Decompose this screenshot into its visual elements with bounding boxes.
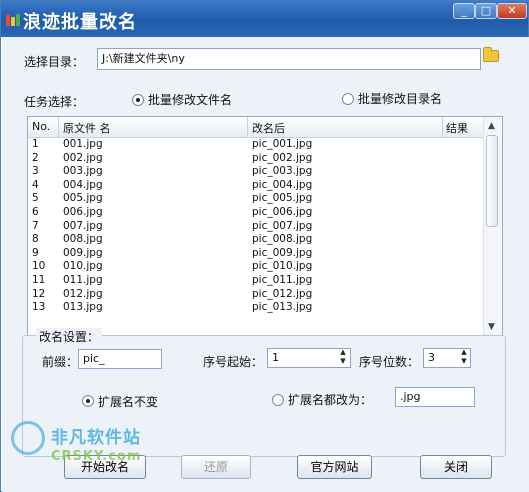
- window-title: 浪迹批量改名: [23, 12, 137, 33]
- cell-original-name: 012.jpg: [63, 287, 103, 300]
- cell-new-name: pic_013.jpg: [252, 301, 313, 314]
- ext-change-radio[interactable]: [272, 394, 284, 406]
- table-row[interactable]: 13 013.jpg pic_013.jpg: [28, 301, 484, 315]
- cell-new-name: pic_006.jpg: [252, 205, 313, 218]
- digits-label: 序号位数：: [359, 355, 420, 369]
- file-table[interactable]: No. 原文件 名 改名后 结果 1 001.jpg pic_001.jpg 2 002…: [27, 116, 503, 336]
- website-button[interactable]: 官方网站: [297, 455, 372, 479]
- cell-no: 4: [32, 178, 39, 191]
- ext-keep-label: 扩展名不变: [98, 395, 159, 409]
- table-row[interactable]: 2 002.jpg pic_002.jpg: [28, 152, 484, 166]
- cell-no: 11: [32, 273, 46, 286]
- cell-no: 5: [32, 192, 39, 205]
- col-renamed: 改名后: [252, 122, 285, 135]
- rename-files-label: 批量修改文件名: [148, 93, 233, 107]
- cell-no: 1: [32, 138, 39, 150]
- cell-no: 13: [32, 301, 46, 314]
- cell-new-name: pic_011.jpg: [252, 273, 313, 286]
- close-button[interactable]: 关闭: [420, 455, 492, 479]
- ext-change-label: 扩展名都改为：: [288, 393, 373, 407]
- digits-stepper[interactable]: ▲ ▼: [457, 348, 471, 368]
- cell-original-name: 010.jpg: [63, 260, 103, 273]
- watermark-emblem-icon: [11, 421, 45, 455]
- rename-dirs-label: 批量修改目录名: [358, 92, 443, 106]
- prefix-input[interactable]: pic_: [78, 349, 162, 369]
- table-row[interactable]: 9 009.jpg pic_009.jpg: [28, 247, 484, 261]
- cell-original-name: 006.jpg: [63, 205, 103, 218]
- col-original: 原文件 名: [63, 122, 111, 135]
- table-row[interactable]: 10 010.jpg pic_010.jpg: [28, 260, 484, 274]
- cell-original-name: 001.jpg: [63, 138, 103, 150]
- start-number-stepper[interactable]: ▲ ▼: [336, 348, 350, 368]
- directory-input[interactable]: J:\新建文件夹\ny: [97, 48, 481, 70]
- table-row[interactable]: 3 003.jpg pic_003.jpg: [28, 165, 484, 179]
- table-row[interactable]: 5 005.jpg pic_005.jpg: [28, 192, 484, 206]
- app-icon: [6, 14, 20, 26]
- maximize-button[interactable]: □: [475, 3, 497, 19]
- directory-label: 选择目录：: [24, 55, 85, 69]
- watermark-logo: 非凡软件站 CRSKY.com: [9, 411, 164, 491]
- cell-new-name: pic_004.jpg: [252, 178, 313, 191]
- ext-input[interactable]: .jpg: [395, 387, 475, 407]
- table-row[interactable]: 4 004.jpg pic_004.jpg: [28, 179, 484, 193]
- cell-original-name: 008.jpg: [63, 233, 103, 246]
- watermark-line1: 非凡软件站: [51, 428, 141, 448]
- scroll-down-icon[interactable]: ▼: [488, 322, 495, 332]
- start-number-label: 序号起始：: [203, 355, 264, 369]
- col-no: No.: [32, 120, 51, 133]
- cell-no: 9: [32, 246, 39, 259]
- table-header: No. 原文件 名 改名后 结果: [28, 117, 484, 138]
- rename-files-radio[interactable]: [132, 94, 144, 106]
- cell-original-name: 011.jpg: [63, 273, 103, 286]
- scroll-up-icon[interactable]: ▲: [488, 121, 495, 131]
- cell-no: 3: [32, 165, 39, 178]
- task-label: 任务选择：: [24, 95, 85, 109]
- cell-original-name: 004.jpg: [63, 178, 103, 191]
- table-scrollbar[interactable]: ▲ ▼: [483, 117, 502, 335]
- close-window-button[interactable]: ✕: [497, 3, 527, 19]
- table-body: 1 001.jpg pic_001.jpg 2 002.jpg pic_002.jpg 3 0…: [28, 138, 484, 335]
- minimize-button[interactable]: _: [453, 3, 475, 19]
- rename-dirs-radio[interactable]: [342, 93, 354, 105]
- cell-new-name: pic_007.jpg: [252, 219, 313, 232]
- cell-no: 12: [32, 287, 46, 300]
- cell-original-name: 007.jpg: [63, 219, 103, 232]
- table-row[interactable]: 8 008.jpg pic_008.jpg: [28, 233, 484, 247]
- cell-no: 8: [32, 233, 39, 246]
- cell-new-name: pic_010.jpg: [252, 260, 313, 273]
- restore-button[interactable]: 还原: [181, 455, 251, 479]
- cell-original-name: 002.jpg: [63, 151, 103, 164]
- cell-new-name: pic_001.jpg: [252, 138, 313, 150]
- cell-no: 7: [32, 219, 39, 232]
- ext-keep-radio[interactable]: [82, 395, 94, 407]
- cell-new-name: pic_008.jpg: [252, 233, 313, 246]
- cell-original-name: 009.jpg: [63, 246, 103, 259]
- cell-new-name: pic_012.jpg: [252, 287, 313, 300]
- table-row[interactable]: 1 001.jpg pic_001.jpg: [28, 138, 484, 152]
- app-window: 浪迹批量改名 _ □ ✕ 选择目录： J:\新建文件夹\ny 任务选择： 批量修…: [0, 0, 529, 492]
- table-row[interactable]: 12 012.jpg pic_012.jpg: [28, 288, 484, 302]
- table-row[interactable]: 7 007.jpg pic_007.jpg: [28, 220, 484, 234]
- cell-original-name: 005.jpg: [63, 192, 103, 205]
- table-row[interactable]: 11 011.jpg pic_011.jpg: [28, 274, 484, 288]
- cell-original-name: 013.jpg: [63, 301, 103, 314]
- prefix-label: 前缀：: [42, 355, 79, 369]
- cell-no: 6: [32, 205, 39, 218]
- cell-new-name: pic_009.jpg: [252, 246, 313, 259]
- table-row[interactable]: 6 006.jpg pic_006.jpg: [28, 206, 484, 220]
- col-result: 结果: [446, 122, 468, 135]
- title-bar[interactable]: 浪迹批量改名 _ □ ✕: [1, 1, 528, 37]
- cell-no: 2: [32, 151, 39, 164]
- cell-new-name: pic_003.jpg: [252, 165, 313, 178]
- cell-new-name: pic_002.jpg: [252, 151, 313, 164]
- folder-browse-icon[interactable]: [483, 47, 499, 62]
- scroll-thumb[interactable]: [486, 135, 498, 227]
- settings-title: 改名设置：: [36, 328, 103, 345]
- cell-no: 10: [32, 260, 46, 273]
- watermark-line2: CRSKY.com: [51, 449, 142, 464]
- cell-original-name: 003.jpg: [63, 165, 103, 178]
- cell-new-name: pic_005.jpg: [252, 192, 313, 205]
